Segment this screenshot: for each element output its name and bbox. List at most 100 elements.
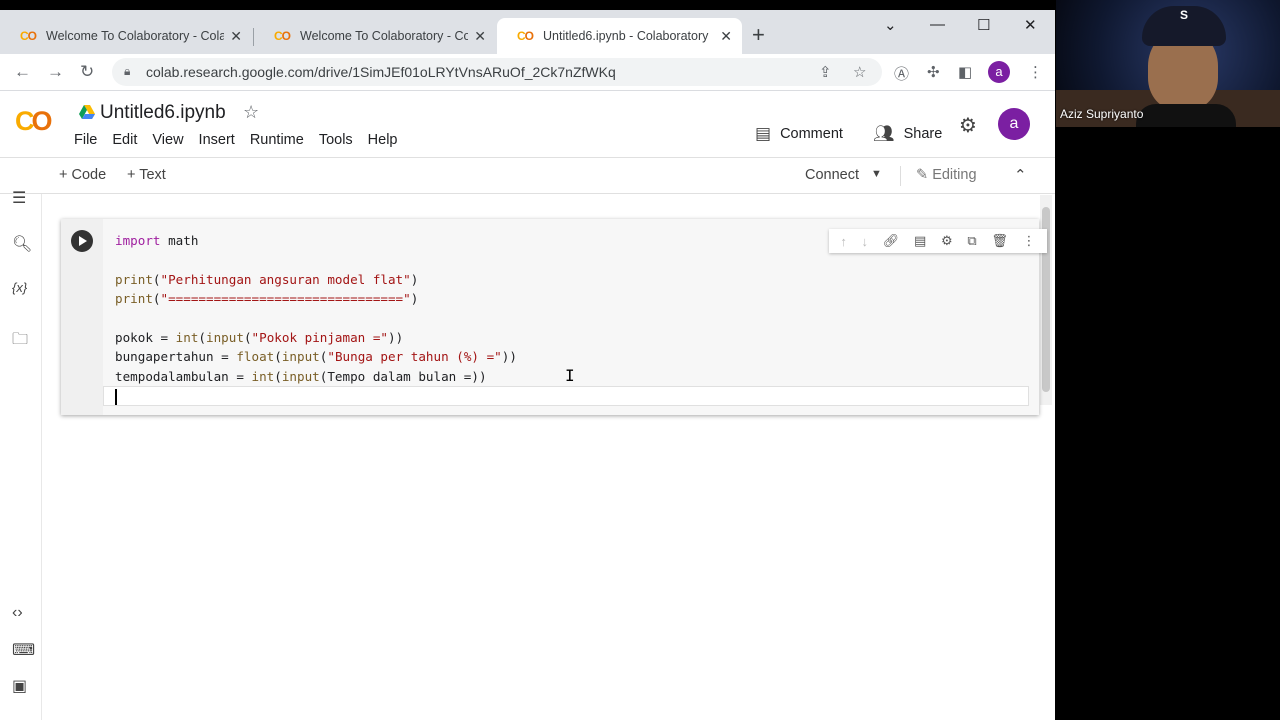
code-line: pokok = int(input("Pokok pinjaman =")) xyxy=(115,330,404,346)
browser-toolbar: ← → ↻ 🔒︎ colab.research.google.com/drive… xyxy=(0,54,1055,91)
side-panel-icon[interactable]: ◧ xyxy=(958,63,972,81)
comment-icon[interactable]: ▤ xyxy=(914,233,926,249)
tab-title: Welcome To Colaboratory - Colab xyxy=(46,29,225,43)
variables-icon[interactable]: {x} xyxy=(12,280,27,295)
search-icon[interactable]: 🔍︎ xyxy=(12,234,32,254)
active-line xyxy=(103,386,1029,406)
webcam-overlay: S Aziz Supriyanto xyxy=(1056,0,1280,127)
builtin-input: input xyxy=(206,330,244,346)
caret-down-icon[interactable]: ▼ xyxy=(871,168,882,180)
code-line: tempodalambulan = int(input(Tempo dalam … xyxy=(115,368,487,384)
comment-button[interactable]: ▤ Comment xyxy=(755,124,843,144)
extensions-puzzle-icon[interactable]: ✣ xyxy=(927,63,940,81)
close-icon[interactable]: ✕ xyxy=(230,28,242,45)
address-bar[interactable]: 🔒︎ colab.research.google.com/drive/1SimJ… xyxy=(112,58,882,86)
cap-logo-icon: S xyxy=(1180,8,1189,22)
browser-tab[interactable]: CO Welcome To Colaboratory - Colab ✕ xyxy=(0,18,252,54)
files-folder-icon[interactable]: 🗀 xyxy=(12,328,28,355)
reload-icon[interactable]: ↻ xyxy=(80,62,94,82)
collapse-header-icon[interactable]: ⌃ xyxy=(1014,166,1027,184)
extension-a-icon[interactable]: Ⓐ xyxy=(894,63,909,84)
back-icon[interactable]: ← xyxy=(14,62,31,82)
tab-title: Untitled6.ipynb - Colaboratory xyxy=(543,29,709,43)
close-icon[interactable]: ✕ xyxy=(474,28,486,45)
star-icon[interactable]: ☆ xyxy=(243,102,259,123)
presenter-body xyxy=(1136,104,1236,127)
toolbar-divider xyxy=(900,166,901,186)
command-palette-icon[interactable]: ⌨ xyxy=(12,640,35,660)
code-line: print("Perhitungan angsuran model flat") xyxy=(115,271,419,287)
code-snippets-icon[interactable]: ‹› xyxy=(12,604,23,622)
mirror-cell-icon[interactable]: ⧉ xyxy=(967,233,976,249)
browser-tab-active[interactable]: CO Untitled6.ipynb - Colaboratory ✕ xyxy=(497,18,742,54)
colab-logo[interactable]: CO xyxy=(15,106,53,137)
delete-trash-icon[interactable]: 🗑︎ xyxy=(991,233,1008,249)
more-options-icon[interactable]: ⋮ xyxy=(1023,233,1036,249)
left-sidebar: ☰ 🔍︎ {x} 🗀 ‹› ⌨ ▣ xyxy=(0,190,42,720)
google-drive-icon[interactable] xyxy=(79,105,95,119)
pencil-icon: ✎ xyxy=(916,167,933,183)
menu-insert[interactable]: Insert xyxy=(199,132,235,148)
cell-toolbar: ↑ ↓ 🔗︎ ▤ ⚙ ⧉ 🗑︎ ⋮ xyxy=(829,229,1047,253)
code-line: print("===============================") xyxy=(115,291,419,307)
move-up-icon[interactable]: ↑ xyxy=(840,234,847,249)
new-tab-icon[interactable]: + xyxy=(752,24,765,46)
menu-help[interactable]: Help xyxy=(368,132,398,148)
cell-settings-gear-icon[interactable]: ⚙ xyxy=(941,233,953,249)
tab-title: Welcome To Colaboratory - Colab xyxy=(300,29,469,43)
colab-favicon-icon: CO xyxy=(274,29,291,43)
code-text[interactable]: import math print("Perhitungan angsuran … xyxy=(115,231,517,386)
string-literal: "Perhitungan angsuran model flat" xyxy=(160,271,411,287)
maximize-icon[interactable]: ☐ xyxy=(977,16,990,34)
string-literal: "Pokok pinjaman =" xyxy=(251,330,389,346)
builtin-print: print xyxy=(115,291,153,307)
notebook-toolbar: + Code + Text Connect ▼ ✎ Editing ⌃ xyxy=(0,158,1055,194)
table-of-contents-icon[interactable]: ☰ xyxy=(12,188,26,208)
menu-bar: File Edit View Insert Runtime Tools Help xyxy=(74,132,413,148)
bookmark-star-icon[interactable]: ☆ xyxy=(853,63,866,81)
terminal-icon[interactable]: ▣ xyxy=(12,676,27,696)
presenter-name: Aziz Supriyanto xyxy=(1060,107,1144,121)
add-code-button[interactable]: + Code xyxy=(59,167,106,183)
browser-tab[interactable]: CO Welcome To Colaboratory - Colab ✕ xyxy=(254,18,496,54)
menu-view[interactable]: View xyxy=(152,132,183,148)
account-avatar[interactable]: a xyxy=(998,108,1030,140)
menu-edit[interactable]: Edit xyxy=(112,132,137,148)
minimize-icon[interactable]: — xyxy=(930,16,945,33)
editing-label: Editing xyxy=(932,167,977,183)
forward-icon[interactable]: → xyxy=(47,62,64,82)
settings-gear-icon[interactable]: ⚙ xyxy=(959,113,977,138)
string-literal: "Bunga per tahun (%) =" xyxy=(327,349,502,365)
text-cursor xyxy=(115,389,117,405)
code-cell[interactable]: import math print("Perhitungan angsuran … xyxy=(61,219,1047,415)
notebook-title[interactable]: Untitled6.ipynb xyxy=(100,102,226,124)
share-button[interactable]: 👥︎ Share xyxy=(873,124,942,144)
browser-window: CO Welcome To Colaboratory - Colab ✕ CO … xyxy=(0,10,1055,720)
add-text-button[interactable]: + Text xyxy=(127,167,166,183)
connect-button[interactable]: Connect xyxy=(805,167,859,183)
string-literal: "===============================" xyxy=(160,291,411,307)
move-down-icon[interactable]: ↓ xyxy=(862,234,869,249)
menu-runtime[interactable]: Runtime xyxy=(250,132,304,148)
builtin-int: int xyxy=(251,368,275,384)
browser-menu-icon[interactable]: ⋮ xyxy=(1028,63,1043,81)
menu-tools[interactable]: Tools xyxy=(319,132,353,148)
editing-mode-button[interactable]: ✎ Editing xyxy=(916,167,977,183)
share-label: Share xyxy=(903,126,943,142)
builtin-print: print xyxy=(115,271,153,287)
colab-favicon-icon: CO xyxy=(20,29,37,43)
notebook-content: import math print("Perhitungan angsuran … xyxy=(43,195,1055,720)
link-icon[interactable]: 🔗︎ xyxy=(883,233,900,249)
close-icon[interactable]: ✕ xyxy=(720,28,732,45)
profile-avatar[interactable]: a xyxy=(988,61,1010,83)
lock-icon[interactable]: 🔒︎ xyxy=(124,64,130,79)
run-cell-button[interactable] xyxy=(71,230,93,252)
menu-file[interactable]: File xyxy=(74,132,97,148)
comment-label: Comment xyxy=(780,126,843,142)
cell-gutter xyxy=(61,219,103,415)
url-text[interactable]: colab.research.google.com/drive/1SimJEf0… xyxy=(146,64,616,80)
tab-search-chevron-icon[interactable]: ⌄ xyxy=(884,16,897,34)
colab-header: CO Untitled6.ipynb ☆ File Edit View Inse… xyxy=(0,92,1055,158)
window-close-icon[interactable]: ✕ xyxy=(1024,16,1037,34)
share-page-icon[interactable]: ⇪ xyxy=(819,63,832,81)
